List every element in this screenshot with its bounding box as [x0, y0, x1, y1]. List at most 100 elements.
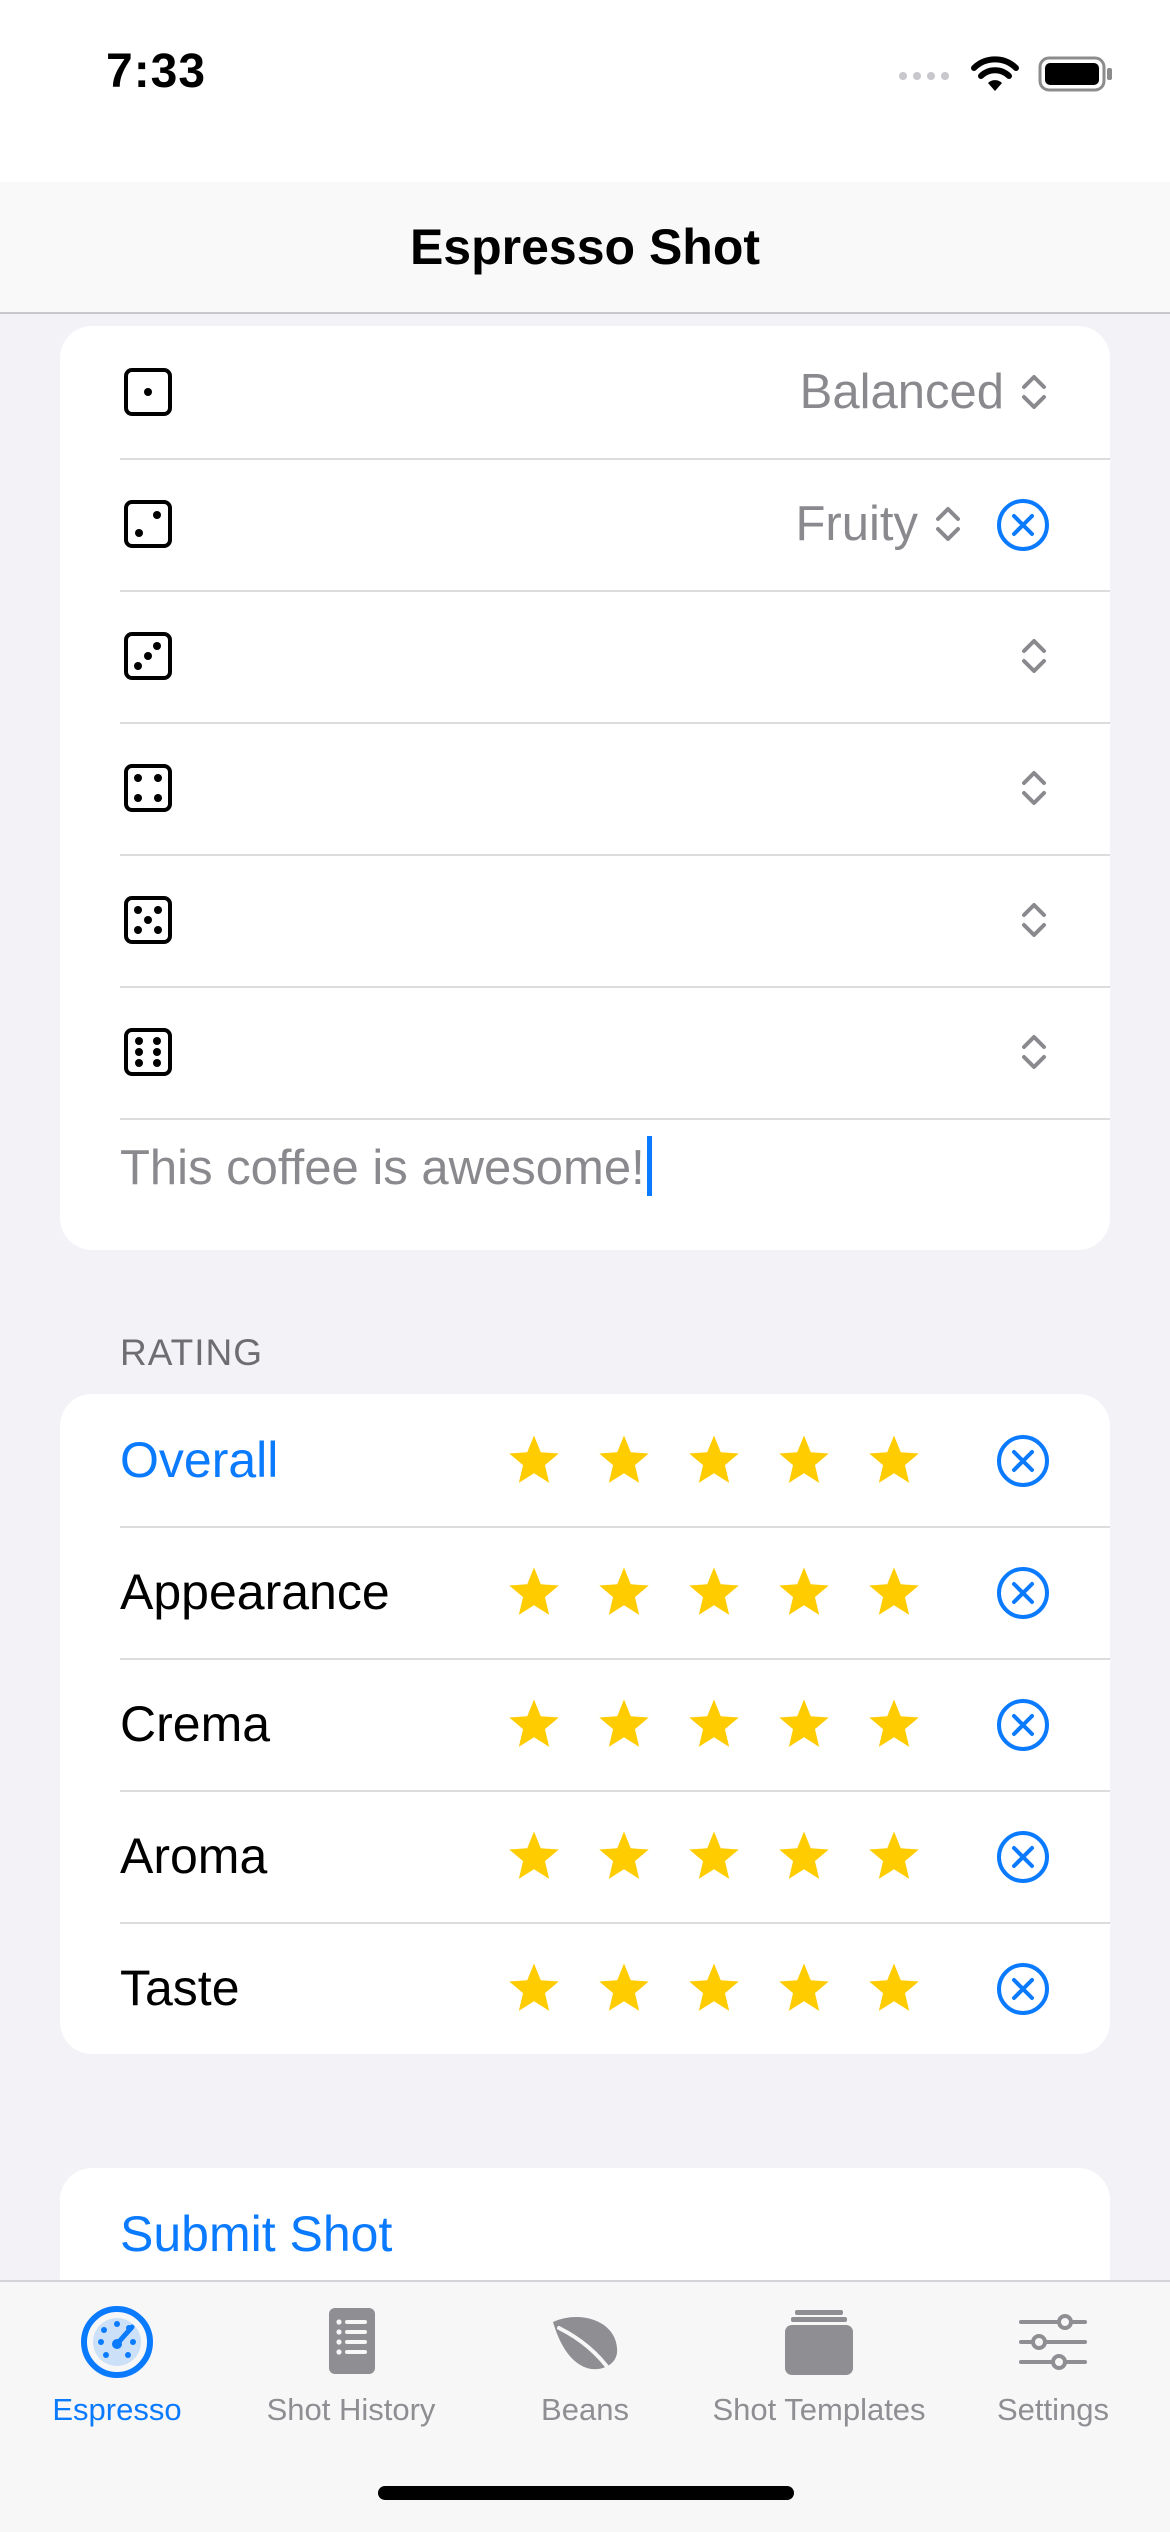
flavor-row-1[interactable]: Balanced	[60, 326, 1110, 458]
star-icon[interactable]	[866, 1960, 922, 2016]
wifi-icon	[971, 56, 1019, 91]
chevron-up-down-icon	[1022, 375, 1046, 409]
tab-beans[interactable]: Beans	[468, 2282, 702, 2462]
star-icon[interactable]	[596, 1696, 652, 1752]
rating-label: Taste	[120, 1960, 240, 2016]
clear-circle-icon[interactable]	[996, 1830, 1050, 1884]
flavor-picker-1[interactable]: Balanced	[800, 326, 1050, 458]
star-icon[interactable]	[686, 1960, 742, 2016]
clear-circle-icon[interactable]	[996, 1962, 1050, 2016]
flavor-picker-2[interactable]: Fruity	[796, 458, 965, 590]
home-indicator	[378, 2486, 794, 2500]
rating-card: Overall Appearance Crema Aroma Taste	[60, 1394, 1110, 2054]
rating-row-aroma: Aroma	[60, 1790, 1110, 1922]
star-icon[interactable]	[596, 1960, 652, 2016]
rating-label: Appearance	[120, 1564, 390, 1620]
star-icon[interactable]	[506, 1432, 562, 1488]
status-bar: 7:33	[0, 0, 1170, 182]
clear-circle-icon[interactable]	[996, 1434, 1050, 1488]
text-caret	[646, 1136, 652, 1196]
die-face-5-icon	[124, 896, 172, 944]
star-icon[interactable]	[596, 1828, 652, 1884]
die-face-4-icon	[124, 764, 172, 812]
die-face-6-icon	[124, 1028, 172, 1076]
notes-row[interactable]: This coffee is awesome!	[60, 1118, 1110, 1250]
sliders-icon	[1019, 2314, 1087, 2370]
flavor-picker-3[interactable]	[1004, 590, 1050, 722]
rating-label[interactable]: Overall	[120, 1394, 278, 1526]
tab-shot-history[interactable]: Shot History	[234, 2282, 468, 2462]
leaf-icon	[553, 2317, 618, 2374]
picker-value: Balanced	[799, 365, 1004, 419]
tab-label: Shot Templates	[712, 2392, 926, 2427]
star-icon[interactable]	[776, 1564, 832, 1620]
tab-settings[interactable]: Settings	[936, 2282, 1170, 2462]
tab-label: Espresso	[52, 2392, 182, 2427]
stacked-folder-icon	[785, 2310, 853, 2375]
star-icon[interactable]	[686, 1432, 742, 1488]
star-icon[interactable]	[866, 1696, 922, 1752]
tab-espresso[interactable]: Espresso	[0, 2282, 234, 2462]
navigation-bar: Espresso Shot	[0, 182, 1170, 314]
flavor-row-4[interactable]	[60, 722, 1110, 854]
flavor-row-2[interactable]: Fruity	[60, 458, 1110, 590]
rating-label: Aroma	[120, 1828, 268, 1884]
clear-circle-icon[interactable]	[996, 1698, 1050, 1752]
status-icons	[898, 52, 1114, 96]
star-icon[interactable]	[866, 1432, 922, 1488]
cellular-signal-icon	[899, 72, 949, 80]
clear-circle-icon[interactable]	[996, 1566, 1050, 1620]
chevron-up-down-icon	[1022, 1035, 1046, 1069]
page-title: Espresso Shot	[409, 219, 761, 275]
tab-label: Shot History	[266, 2392, 436, 2427]
flavor-card: Balanced Fruity This coffee is awesome!	[60, 326, 1110, 1250]
flavor-row-6[interactable]	[60, 986, 1110, 1118]
chevron-up-down-icon	[1022, 903, 1046, 937]
star-icon[interactable]	[686, 1564, 742, 1620]
star-icon[interactable]	[866, 1828, 922, 1884]
tab-label: Settings	[996, 2392, 1109, 2427]
star-icon[interactable]	[506, 1960, 562, 2016]
star-rating[interactable]	[506, 1432, 922, 1488]
star-icon[interactable]	[776, 1960, 832, 2016]
star-icon[interactable]	[776, 1696, 832, 1752]
flavor-picker-5[interactable]	[1004, 854, 1050, 986]
die-face-1-icon	[124, 368, 172, 416]
rating-row-taste: Taste	[60, 1922, 1110, 2054]
status-time: 7:33	[106, 45, 207, 98]
die-face-2-icon	[124, 500, 172, 548]
rating-row-overall: Overall	[60, 1394, 1110, 1526]
star-icon[interactable]	[506, 1828, 562, 1884]
notes-value: This coffee is awesome!	[120, 1141, 645, 1195]
star-rating[interactable]	[506, 1828, 922, 1884]
battery-icon	[1038, 56, 1112, 92]
clear-circle-icon[interactable]	[996, 498, 1050, 552]
star-icon[interactable]	[596, 1432, 652, 1488]
flavor-row-5[interactable]	[60, 854, 1110, 986]
chevron-up-down-icon	[1022, 771, 1046, 805]
notes-field[interactable]: This coffee is awesome!	[120, 1136, 652, 1196]
flavor-picker-6[interactable]	[1004, 986, 1050, 1118]
flavor-row-3[interactable]	[60, 590, 1110, 722]
star-rating[interactable]	[506, 1564, 922, 1620]
picker-value: Fruity	[795, 497, 919, 551]
star-icon[interactable]	[506, 1696, 562, 1752]
star-rating[interactable]	[506, 1696, 922, 1752]
star-icon[interactable]	[596, 1564, 652, 1620]
rating-row-appearance: Appearance	[60, 1526, 1110, 1658]
star-icon[interactable]	[506, 1564, 562, 1620]
star-icon[interactable]	[776, 1432, 832, 1488]
star-icon[interactable]	[776, 1828, 832, 1884]
die-face-3-icon	[124, 632, 172, 680]
chevron-up-down-icon	[936, 507, 960, 541]
star-icon[interactable]	[866, 1564, 922, 1620]
gauge-icon	[81, 2306, 153, 2378]
flavor-picker-4[interactable]	[1004, 722, 1050, 854]
rating-row-crema: Crema	[60, 1658, 1110, 1790]
star-rating[interactable]	[506, 1960, 922, 2016]
star-icon[interactable]	[686, 1696, 742, 1752]
rating-section-header: RATING	[120, 1332, 264, 1373]
star-icon[interactable]	[686, 1828, 742, 1884]
tab-shot-templates[interactable]: Shot Templates	[702, 2282, 936, 2462]
chevron-up-down-icon	[1022, 639, 1046, 673]
